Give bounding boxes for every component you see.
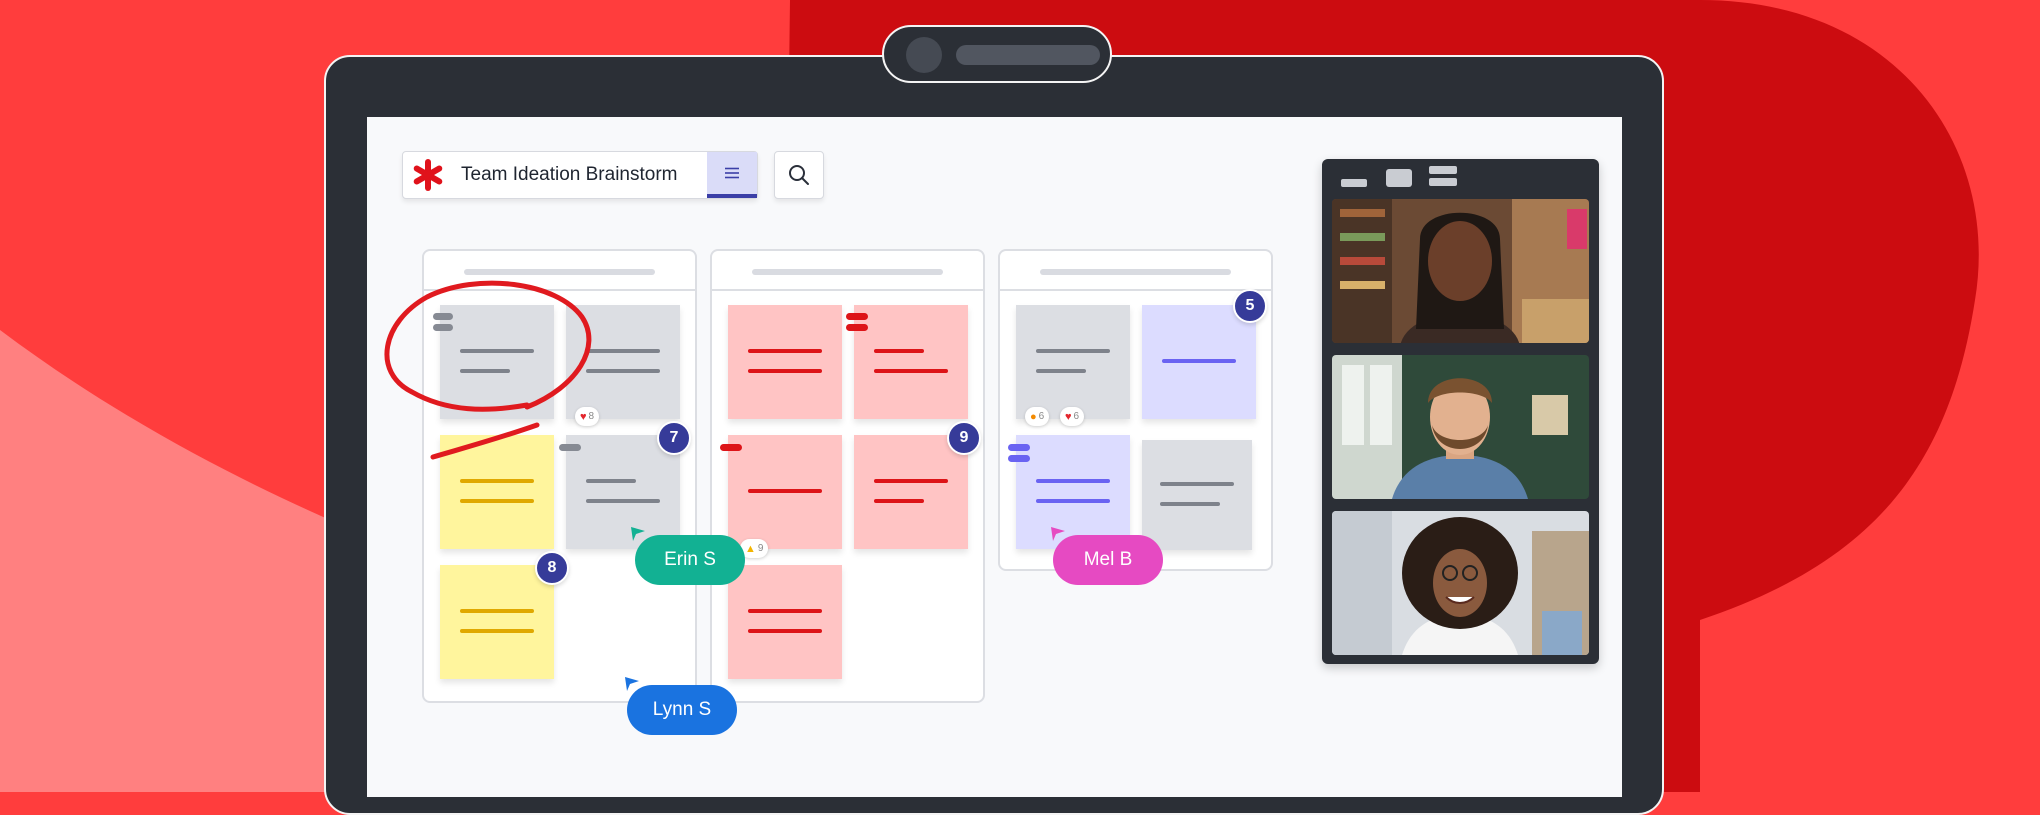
sticky-note[interactable] [1016,305,1130,419]
note-tag [720,444,742,451]
vote-count-badge[interactable]: 7 [657,421,691,455]
vote-count-badge[interactable]: 8 [535,551,569,585]
column-header [1000,251,1271,291]
sticky-note[interactable] [728,305,842,419]
reaction-count: 9 [757,543,764,554]
note-tag [846,324,868,331]
sticky-note[interactable] [1142,440,1252,550]
sticky-note[interactable] [854,305,968,419]
reaction-heart[interactable]: ♥ 8 [575,407,600,426]
column-title-placeholder [464,269,655,275]
sticky-note[interactable] [728,435,842,549]
reaction-heart[interactable]: ♥ 6 [1060,407,1085,426]
camera-icon [906,37,942,73]
note-tag [1008,455,1030,462]
collaborator-cursor-label: Mel B [1053,535,1163,585]
reaction-count: 6 [1038,411,1045,422]
camera-slot [956,45,1100,65]
sticky-note[interactable] [1142,305,1256,419]
camera-notch [882,25,1112,83]
heart-icon: ♥ [1065,410,1072,423]
collaborator-cursor-label: Lynn S [627,685,737,735]
reaction-count: 6 [1073,411,1080,422]
vote-count-badge[interactable]: 5 [1233,289,1267,323]
reaction-fire[interactable]: ● 6 [1025,407,1050,426]
participant-avatar [1332,511,1589,655]
participant-video-tile[interactable] [1332,199,1589,343]
participant-video-tile[interactable] [1332,355,1589,499]
note-tag [1008,444,1030,451]
note-tag [846,313,868,320]
collaborator-cursor-label: Erin S [635,535,745,585]
reaction-count: 8 [588,411,595,422]
hand-drawn-circle-annotation [384,280,592,460]
column-title-placeholder [752,269,943,275]
board-title-bar: Team Ideation Brainstorm [402,151,758,199]
heart-icon: ♥ [580,410,587,423]
participant-video-tile[interactable] [1332,511,1589,655]
fire-icon: ● [1030,410,1037,423]
participant-avatar [1332,199,1589,343]
hamburger-menu-icon [725,167,739,179]
sticky-note[interactable] [728,565,842,679]
whiteboard-screen: Team Ideation Brainstorm ♥ 8 ▲ 9 ● 6 ♥ 6… [367,117,1622,797]
thumbs-up-icon: ▲ [745,542,756,555]
vote-count-badge[interactable]: 9 [947,421,981,455]
asterisk-logo-icon[interactable] [403,152,453,198]
menu-button[interactable] [707,152,757,198]
search-button[interactable] [774,151,824,199]
sticky-note[interactable] [1016,435,1130,549]
sticky-note[interactable] [440,565,554,679]
search-icon [789,165,809,185]
video-call-panel [1322,159,1599,664]
board-title[interactable]: Team Ideation Brainstorm [453,164,707,186]
layout-list-icon[interactable] [1429,166,1457,188]
participant-avatar [1332,355,1589,499]
column-title-placeholder [1040,269,1231,275]
layout-single-icon[interactable] [1341,179,1367,187]
column-header [712,251,983,291]
layout-grid-icon[interactable] [1386,169,1412,187]
sticky-note[interactable] [854,435,968,549]
